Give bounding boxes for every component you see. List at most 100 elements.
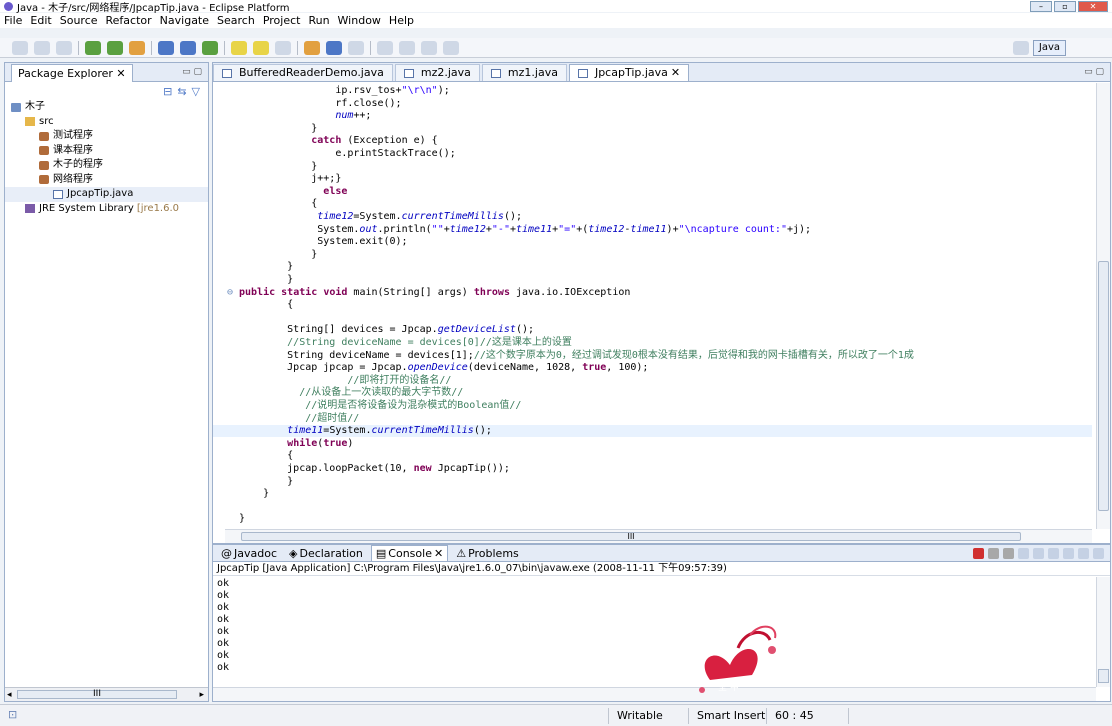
editor-hscroll[interactable]: III xyxy=(225,529,1092,543)
code-line[interactable]: while(true) xyxy=(213,438,1092,450)
editor-vscroll[interactable] xyxy=(1096,83,1110,529)
tab-problems[interactable]: ⚠ Problems xyxy=(452,545,523,561)
code-line[interactable]: { xyxy=(213,198,1092,210)
vscroll-thumb[interactable] xyxy=(1098,669,1109,683)
new-java-project-icon[interactable] xyxy=(158,40,174,55)
save-icon[interactable] xyxy=(34,40,50,55)
clear-console-icon[interactable] xyxy=(1018,547,1029,559)
code-line[interactable]: { xyxy=(213,450,1092,462)
code-area[interactable]: ip.rsv_tos+"\r\n"); rf.close(); num++; }… xyxy=(213,83,1092,529)
code-line[interactable]: } xyxy=(213,123,1092,135)
code-line[interactable]: } xyxy=(213,261,1092,273)
menu-help[interactable]: Help xyxy=(385,14,418,27)
editor-tab-active[interactable]: JpcapTip.java ✕ xyxy=(568,64,690,81)
code-line[interactable]: rf.close(); xyxy=(213,98,1092,110)
code-line[interactable]: String[] devices = Jpcap.getDeviceList()… xyxy=(213,324,1092,336)
new-icon[interactable] xyxy=(12,40,28,55)
code-line[interactable] xyxy=(213,312,1092,324)
code-line[interactable]: //即将打开的设备名// xyxy=(213,375,1092,387)
open-type-icon[interactable] xyxy=(231,40,247,55)
pin-console-icon[interactable] xyxy=(1048,547,1059,559)
package-explorer-tab[interactable]: Package Explorer ✕ xyxy=(11,63,133,82)
tree-item[interactable]: src xyxy=(5,115,208,130)
tree-item[interactable]: 测试程序 xyxy=(5,129,208,144)
code-line[interactable]: } xyxy=(213,161,1092,173)
previous-annotation-icon[interactable] xyxy=(399,40,415,55)
terminate-icon[interactable] xyxy=(973,547,984,559)
search-icon[interactable] xyxy=(275,40,291,55)
code-line[interactable]: jpcap.loopPacket(10, new JpcapTip()); xyxy=(213,463,1092,475)
remove-all-launches-icon[interactable] xyxy=(1003,547,1014,559)
code-line[interactable]: System.out.println(""+time12+"-"+time11+… xyxy=(213,224,1092,236)
menu-search[interactable]: Search xyxy=(213,14,259,27)
code-line[interactable]: System.exit(0); xyxy=(213,236,1092,248)
forward-icon[interactable] xyxy=(443,40,459,55)
tree-item[interactable]: 木子的程序 xyxy=(5,158,208,173)
code-line[interactable]: else xyxy=(213,186,1092,198)
tab-declaration[interactable]: ◈ Declaration xyxy=(285,545,367,561)
code-line[interactable]: Jpcap jpcap = Jpcap.openDevice(deviceNam… xyxy=(213,362,1092,374)
toggle-mark-occurrences-icon[interactable] xyxy=(304,40,320,55)
back-icon[interactable] xyxy=(421,40,437,55)
package-explorer-hscroll[interactable]: ◂ III ▸ xyxy=(5,687,208,701)
code-line[interactable]: } xyxy=(213,476,1092,488)
collapse-all-icon[interactable]: ⊟ xyxy=(163,85,172,98)
menu-run[interactable]: Run xyxy=(304,14,333,27)
code-line[interactable]: num++; xyxy=(213,110,1092,122)
floating-decoration[interactable]: 全 中 xyxy=(690,620,785,705)
debug-icon[interactable] xyxy=(85,40,101,55)
open-console-icon[interactable] xyxy=(1078,547,1089,559)
minimize-button[interactable]: – xyxy=(1030,1,1052,12)
menu-project[interactable]: Project xyxy=(259,14,305,27)
view-menu-icon[interactable]: ▽ xyxy=(192,85,200,98)
code-line[interactable]: } xyxy=(213,249,1092,261)
tree-item[interactable]: 网络程序 xyxy=(5,173,208,188)
code-line[interactable]: ⊖ public static void main(String[] args) … xyxy=(213,287,1092,299)
toggle-highlight-icon[interactable] xyxy=(326,40,342,55)
hscroll-thumb[interactable]: III xyxy=(17,690,177,699)
code-line[interactable]: } xyxy=(213,274,1092,286)
remove-launch-icon[interactable] xyxy=(988,547,999,559)
code-line[interactable]: //说明是否将设备设为混杂模式的Boolean值// xyxy=(213,400,1092,412)
code-line[interactable]: j++;} xyxy=(213,173,1092,185)
display-console-icon[interactable] xyxy=(1063,547,1074,559)
new-class-icon[interactable] xyxy=(202,40,218,55)
fold-icon[interactable]: ⊖ xyxy=(227,287,233,299)
editor-tab[interactable]: mz2.java xyxy=(394,64,480,81)
code-line[interactable]: String deviceName = devices[1];//这个数字原本为… xyxy=(213,350,1092,362)
code-line[interactable]: //String deviceName = devices[0]//这是课本上的… xyxy=(213,337,1092,349)
console-vscroll[interactable] xyxy=(1096,577,1110,687)
code-line[interactable]: //从设备上一次读取的最大字节数// xyxy=(213,387,1092,399)
vscroll-thumb[interactable] xyxy=(1098,261,1109,511)
code-line[interactable]: } xyxy=(213,488,1092,500)
menu-navigate[interactable]: Navigate xyxy=(156,14,213,27)
code-line[interactable]: { xyxy=(213,299,1092,311)
link-with-editor-icon[interactable]: ⇆ xyxy=(177,85,186,98)
code-line[interactable]: ip.rsv_tos+"\r\n"); xyxy=(213,85,1092,97)
open-folder-icon[interactable] xyxy=(253,40,269,55)
view-minimize-icon[interactable] xyxy=(1093,547,1104,559)
editor-minmax-icon[interactable]: ▭ ▢ xyxy=(1084,67,1104,77)
external-tools-icon[interactable] xyxy=(129,40,145,55)
tree-item[interactable]: 课本程序 xyxy=(5,144,208,159)
code-line[interactable] xyxy=(213,501,1092,513)
tab-javadoc[interactable]: @ Javadoc xyxy=(217,545,281,561)
close-button[interactable]: ✕ xyxy=(1078,1,1108,12)
menu-edit[interactable]: Edit xyxy=(26,14,55,27)
hscroll-thumb[interactable]: III xyxy=(241,532,1021,541)
code-line[interactable]: } xyxy=(213,513,1092,525)
tree-item[interactable]: JpcapTip.java xyxy=(5,187,208,202)
open-perspective-icon[interactable] xyxy=(1012,40,1029,55)
code-line[interactable]: //超时值// xyxy=(213,413,1092,425)
scroll-lock-icon[interactable] xyxy=(1033,547,1044,559)
print-icon[interactable] xyxy=(56,40,72,55)
next-annotation-icon[interactable] xyxy=(377,40,393,55)
console-hscroll[interactable] xyxy=(213,687,1096,701)
scroll-right-arrow-icon[interactable]: ▸ xyxy=(199,690,204,700)
editor-tab[interactable]: mz1.java xyxy=(481,64,567,81)
editor-tab[interactable]: BufferedReaderDemo.java xyxy=(213,64,393,81)
show-whitespace-icon[interactable] xyxy=(348,40,364,55)
tree-item[interactable]: 木子 xyxy=(5,100,208,115)
java-perspective-button[interactable]: Java xyxy=(1032,39,1066,56)
code-line[interactable]: e.printStackTrace(); xyxy=(213,148,1092,160)
